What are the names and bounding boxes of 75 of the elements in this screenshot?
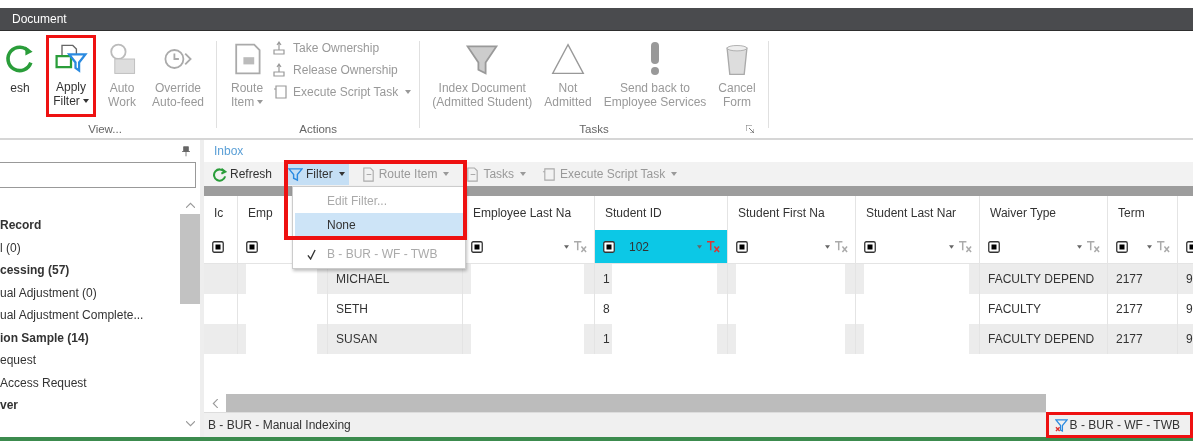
filter-operator-icon[interactable] bbox=[988, 240, 1000, 253]
table-cell: 9 bbox=[1186, 272, 1193, 286]
pin-icon[interactable] bbox=[182, 145, 190, 157]
group-label: Actions bbox=[299, 123, 337, 135]
refresh-icon bbox=[212, 166, 227, 182]
table-cell: FACULTY DEPEND bbox=[988, 272, 1095, 286]
filter-operator-icon[interactable] bbox=[212, 240, 224, 253]
column-header[interactable]: Term bbox=[1108, 196, 1178, 230]
caret-icon[interactable] bbox=[825, 244, 830, 249]
exclamation-icon bbox=[650, 41, 660, 76]
caret-icon[interactable] bbox=[949, 244, 954, 249]
table-cell: 8 bbox=[603, 302, 610, 316]
column-header[interactable]: Student First Na bbox=[728, 196, 856, 230]
sidebar-item[interactable]: ual Adjustment (0) bbox=[0, 281, 180, 304]
caret-icon[interactable] bbox=[1077, 244, 1082, 249]
scroll-icon bbox=[273, 84, 290, 100]
caret-icon[interactable] bbox=[1147, 244, 1152, 249]
caret-icon[interactable] bbox=[82, 99, 89, 103]
column-header[interactable]: Student Last Nar bbox=[856, 196, 980, 230]
window-title: Document bbox=[12, 12, 67, 26]
scroll-left-icon[interactable] bbox=[212, 398, 218, 408]
table-cell: SETH bbox=[336, 302, 368, 316]
group-label: Tasks bbox=[579, 123, 609, 135]
table-cell: 2177 bbox=[1116, 332, 1143, 346]
filter-operator-icon[interactable] bbox=[736, 240, 748, 253]
ribbon-button[interactable]: Apply Filter bbox=[46, 35, 96, 117]
table-row[interactable]: SUSAN 1 FACULTY DEPEND 2177 9 bbox=[204, 324, 1193, 354]
table-cell: 2177 bbox=[1116, 302, 1143, 316]
status-text: B - BUR - Manual Indexing bbox=[208, 418, 351, 432]
table-cell: 2177 bbox=[1116, 272, 1143, 286]
dialog-launcher-icon[interactable] bbox=[745, 125, 754, 133]
table-row[interactable]: MICHAEL 1 FACULTY DEPEND 2177 9 bbox=[204, 264, 1193, 294]
sidebar-item[interactable]: Record bbox=[0, 214, 180, 237]
status-filter[interactable]: B - BUR - WF - TWB bbox=[1045, 412, 1193, 438]
document-icon bbox=[360, 166, 376, 182]
table-cell: FACULTY bbox=[988, 302, 1042, 316]
clear-filter-icon[interactable] bbox=[706, 240, 721, 253]
column-header[interactable]: Waiver Type bbox=[980, 196, 1108, 230]
sidebar-item[interactable]: ver bbox=[0, 394, 180, 417]
filter-value: 102 bbox=[629, 239, 650, 254]
filter-operator-icon[interactable] bbox=[1116, 240, 1128, 253]
column-header[interactable]: Ic bbox=[204, 196, 238, 230]
table-cell: 9 bbox=[1186, 302, 1193, 316]
caret-icon[interactable] bbox=[564, 244, 569, 249]
filter-icon bbox=[1054, 418, 1068, 432]
scroll-up-icon[interactable] bbox=[185, 202, 195, 208]
sidebar-item[interactable]: cessing (57) bbox=[0, 259, 180, 282]
table-cell: SUSAN bbox=[336, 332, 378, 346]
table-cell: MICHAEL bbox=[336, 272, 390, 286]
filter-operator-icon[interactable] bbox=[603, 240, 615, 253]
filter-operator-icon[interactable] bbox=[471, 240, 483, 253]
filter-operator-icon[interactable] bbox=[246, 240, 258, 253]
document-icon bbox=[465, 166, 481, 182]
search-field[interactable] bbox=[0, 162, 196, 188]
table-cell: 1 bbox=[603, 332, 610, 346]
table-cell: FACULTY DEPEND bbox=[988, 332, 1095, 346]
table-cell: 9 bbox=[1186, 332, 1193, 346]
table-cell: 1 bbox=[603, 272, 610, 286]
filter-operator-icon[interactable] bbox=[864, 240, 876, 253]
group-label: View... bbox=[88, 123, 122, 135]
triangle-icon bbox=[549, 41, 586, 77]
filter-cell[interactable]: 102 bbox=[595, 230, 728, 264]
sidebar-item[interactable]: equest bbox=[0, 349, 180, 372]
caret-icon[interactable] bbox=[338, 172, 345, 176]
scroll-icon bbox=[542, 166, 558, 182]
filter-icon bbox=[288, 166, 304, 182]
sidebar-item[interactable]: Access Request bbox=[0, 371, 180, 394]
ribbon-button[interactable]: esh bbox=[0, 37, 44, 119]
sidebar-item[interactable]: l (0) bbox=[0, 236, 180, 259]
checkmark-icon bbox=[306, 248, 316, 260]
sidebar-item[interactable]: ual Adjustment Complete... bbox=[0, 304, 180, 327]
sidebar-item[interactable]: ion Sample (14) bbox=[0, 326, 180, 349]
scroll-down-icon[interactable] bbox=[185, 421, 195, 427]
menu-item[interactable]: None bbox=[295, 213, 463, 237]
toolbar-button[interactable]: Refresh bbox=[208, 163, 277, 185]
